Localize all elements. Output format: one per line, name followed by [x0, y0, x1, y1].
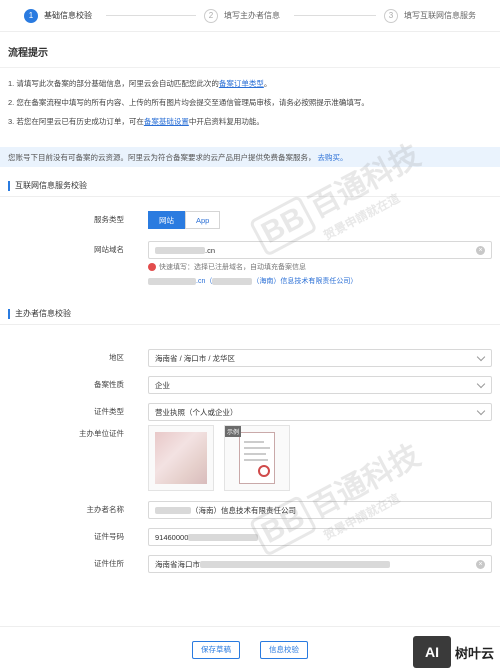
section-internet-service: 互联网信息服务校验 — [0, 175, 500, 197]
tip-3: 3. 若您在阿里云已有历史成功订单，可在备案基础设置中开启资料复用功能。 — [8, 116, 492, 127]
redacted-text — [188, 533, 259, 541]
order-type-link[interactable]: 备案订单类型 — [219, 79, 264, 88]
name-row: 主办者名称 （海南）信息技术有限责任公司 — [0, 501, 500, 519]
suggested-domain[interactable]: .cn（ — [196, 278, 212, 285]
redacted-text — [212, 277, 253, 285]
quick-fill-text: 快速填写：选择已注册域名，自动填充备案信息 — [159, 264, 306, 271]
nature-select[interactable]: 企业 — [148, 376, 492, 394]
example-tag: 示例 — [225, 426, 242, 437]
cert-type-label: 证件类型 — [94, 407, 124, 416]
chevron-down-icon — [476, 352, 486, 362]
step-label: 基础信息校验 — [44, 11, 92, 20]
nature-row: 备案性质 企业 — [0, 376, 500, 394]
step-number: 2 — [204, 8, 218, 23]
redacted-text — [200, 560, 390, 568]
sponsor-name-value: （海南）信息技术有限责任公司 — [191, 505, 296, 515]
service-type-row: 服务类型 网站 App — [0, 211, 500, 229]
tip-text: 1. 请填写此次备案的部分基础信息，阿里云会自动匹配您此次的 — [8, 79, 219, 88]
redacted-text — [148, 277, 196, 285]
redacted-text — [155, 246, 205, 254]
no-resource-notice: 您账号下目前没有可备案的云资源。阿里云为符合备案要求的云产品用户提供免费备案服务… — [0, 147, 500, 167]
license-line — [244, 453, 266, 455]
cert-type-value: 营业执照（个人或企业） — [155, 407, 238, 417]
verify-info-button[interactable]: 信息校验 — [260, 640, 308, 659]
clear-icon[interactable]: × — [476, 560, 485, 569]
section-title: 主办者信息校验 — [15, 309, 71, 318]
cert-no-value: 91460000 — [155, 532, 189, 542]
tip-text: 中开启资料复用功能。 — [188, 117, 264, 126]
address-label: 证件住所 — [94, 559, 124, 568]
step-divider — [294, 15, 376, 16]
nature-label: 备案性质 — [94, 380, 124, 389]
region-label: 地区 — [109, 353, 124, 362]
step-label: 填写主办者信息 — [224, 11, 280, 20]
suggested-company[interactable]: （海南）信息技术有限责任公司） — [252, 278, 357, 285]
nature-value: 企业 — [155, 380, 170, 390]
step-internet-info: 3 填写互联网信息服务 — [384, 8, 476, 23]
address-value: 海南省海口市 — [155, 559, 200, 569]
buy-link[interactable]: 去购买。 — [318, 152, 348, 163]
domain-row: 网站域名 .cn × 快速填写：选择已注册域名，自动填充备案信息 .cn（ （海南… — [0, 241, 500, 287]
section-accent-bar — [8, 180, 10, 191]
tips-title: 流程提示 — [0, 32, 500, 68]
redacted-text — [155, 506, 191, 514]
brand-logo: AI — [412, 636, 451, 668]
license-line — [244, 459, 268, 461]
domain-label: 网站域名 — [94, 245, 124, 254]
section-title: 互联网信息服务校验 — [15, 181, 87, 190]
domain-value: .cn — [205, 245, 216, 255]
tip-2: 2. 您在备案流程中填写的所有内容、上传的所有图片均会提交至通信管理局审核，请务… — [8, 98, 369, 107]
cert-upload-row: 主办单位证件 示例 — [0, 425, 500, 491]
step-label: 填写互联网信息服务 — [404, 11, 476, 20]
cert-no-row: 证件号码 91460000 — [0, 528, 500, 546]
uploaded-license-image — [155, 432, 207, 484]
tip-1: 1. 请填写此次备案的部分基础信息，阿里云会自动匹配您此次的备案订单类型。 — [8, 78, 492, 89]
seal-icon — [258, 465, 270, 477]
quick-fill-suggestion[interactable]: .cn（ （海南）信息技术有限责任公司） — [148, 276, 492, 287]
section-sponsor: 主办者信息校验 — [0, 303, 500, 325]
basic-settings-link[interactable]: 备案基础设置 — [144, 117, 189, 126]
progress-stepper: 1 基础信息校验 2 填写主办者信息 3 填写互联网信息服务 — [0, 0, 500, 32]
service-option-app[interactable]: App — [185, 211, 221, 229]
sponsor-name-input[interactable]: （海南）信息技术有限责任公司 — [148, 501, 492, 519]
step-basic-info: 1 基础信息校验 — [24, 8, 204, 23]
region-value: 海南省 / 海口市 / 龙华区 — [155, 353, 236, 363]
tips-list: 1. 请填写此次备案的部分基础信息，阿里云会自动匹配您此次的备案订单类型。 2.… — [0, 68, 500, 141]
license-line — [244, 441, 264, 443]
chevron-down-icon — [476, 379, 486, 389]
section-accent-bar — [8, 308, 10, 319]
name-label: 主办者名称 — [86, 505, 125, 514]
step-sponsor-info: 2 填写主办者信息 — [204, 8, 384, 23]
tip-text: 3. 若您在阿里云已有历史成功订单，可在 — [8, 117, 144, 126]
brand-badge: AI 树叶云 — [408, 634, 498, 670]
cert-type-row: 证件类型 营业执照（个人或企业） — [0, 403, 500, 421]
tip-text: 。 — [263, 79, 272, 88]
save-draft-button[interactable]: 保存草稿 — [192, 640, 240, 659]
brand-name: 树叶云 — [454, 645, 494, 661]
step-divider — [106, 15, 196, 16]
address-row: 证件住所 海南省海口市 × — [0, 555, 500, 573]
service-option-website[interactable]: 网站 — [148, 211, 185, 229]
cert-type-select[interactable]: 营业执照（个人或企业） — [148, 403, 492, 421]
license-line — [244, 447, 270, 449]
step-number: 1 — [24, 8, 38, 23]
service-type-toggle: 网站 App — [148, 211, 492, 229]
license-example-picture — [239, 432, 275, 484]
quick-fill-hint: 快速填写：选择已注册域名，自动填充备案信息 — [148, 262, 492, 273]
quick-fill-icon — [148, 263, 156, 272]
cert-example-image[interactable]: 示例 — [224, 425, 290, 491]
notice-text: 您账号下目前没有可备案的云资源。阿里云为符合备案要求的云产品用户提供免费备案服务… — [8, 152, 316, 162]
cert-upload-label: 主办单位证件 — [79, 429, 124, 438]
cert-upload-image[interactable] — [148, 425, 214, 491]
step-number: 3 — [384, 8, 398, 23]
chevron-down-icon — [476, 406, 486, 416]
address-input[interactable]: 海南省海口市 × — [148, 555, 492, 573]
clear-icon[interactable]: × — [476, 246, 485, 255]
cert-no-input[interactable]: 91460000 — [148, 528, 492, 546]
service-type-label: 服务类型 — [94, 215, 124, 224]
region-select[interactable]: 海南省 / 海口市 / 龙华区 — [148, 349, 492, 367]
region-row: 地区 海南省 / 海口市 / 龙华区 — [0, 349, 500, 367]
cert-no-label: 证件号码 — [94, 532, 124, 541]
domain-input[interactable]: .cn × — [148, 241, 492, 259]
